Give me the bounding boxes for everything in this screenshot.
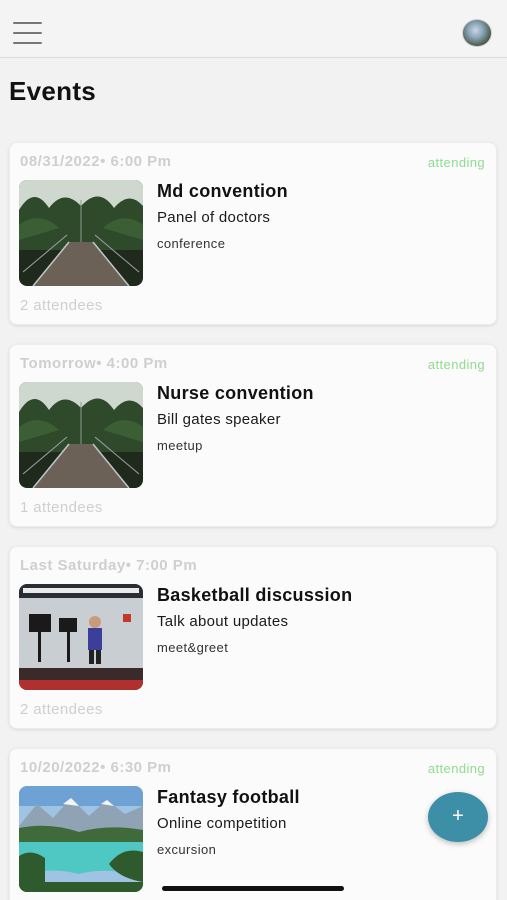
event-description: Talk about updates [157,613,289,630]
user-avatar[interactable] [462,19,492,47]
event-datetime: 10/20/2022• 6:30 Pm [20,759,172,776]
event-tag: conference [157,236,226,251]
event-title: Md convention [157,181,288,201]
event-tag: meetup [157,438,203,453]
event-description: Panel of doctors [157,209,271,226]
event-card[interactable]: 10/20/2022• 6:30 Pm attending Fantasy fo… [9,748,497,900]
attendee-count: 2 attendees [20,297,103,314]
event-tag: excursion [157,842,217,857]
attending-badge: attending [427,761,485,776]
attendee-count: 2 attendees [20,701,103,718]
app-header [0,0,507,58]
event-title: Basketball discussion [157,585,353,605]
hamburger-menu-icon[interactable] [13,22,43,44]
bridge-forest-image [19,180,143,286]
event-description: Online competition [157,815,287,832]
event-datetime: Tomorrow• 4:00 Pm [20,355,168,372]
plus-icon: + [452,805,464,827]
home-indicator [162,886,344,891]
event-title: Fantasy football [157,787,300,807]
event-card[interactable]: Last Saturday• 7:00 Pm Basketball discus… [9,546,497,729]
add-event-button[interactable]: + [428,792,488,842]
event-title: Nurse convention [157,383,314,403]
event-datetime: Last Saturday• 7:00 Pm [20,557,198,574]
event-datetime: 08/31/2022• 6:00 Pm [20,153,172,170]
event-card[interactable]: 08/31/2022• 6:00 Pm attending Md convent… [9,142,497,325]
event-card[interactable]: Tomorrow• 4:00 Pm attending Nurse conven… [9,344,497,527]
event-tag: meet&greet [157,640,229,655]
event-description: Bill gates speaker [157,411,281,428]
attending-badge: attending [427,155,485,170]
bridge-forest-image [19,382,143,488]
studio-presenter-image [19,584,143,690]
attendee-count: 1 attendees [20,499,103,516]
page-title: Events [9,76,97,106]
mountain-lake-image [19,786,143,892]
attending-badge: attending [427,357,485,372]
